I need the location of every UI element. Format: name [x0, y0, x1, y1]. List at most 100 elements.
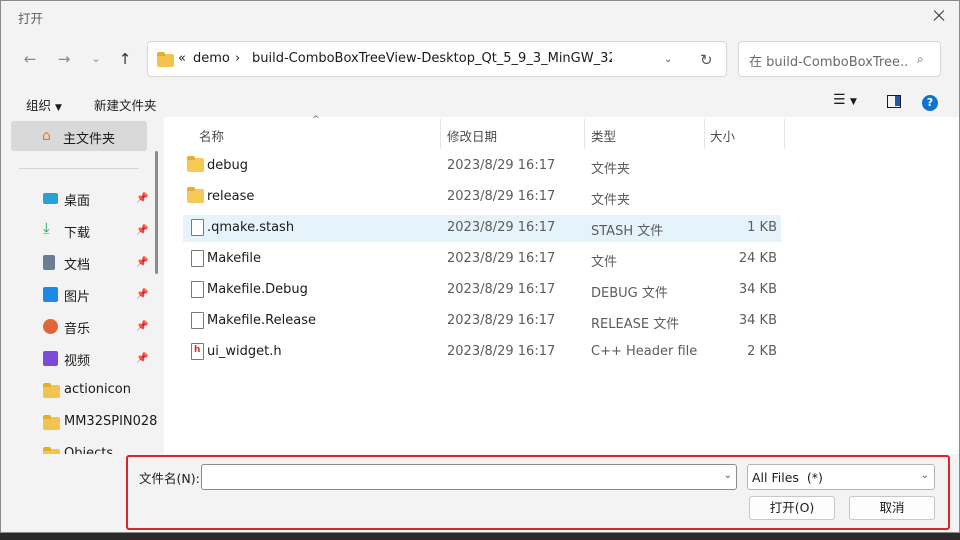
title-bar: 打开 [1, 1, 959, 31]
sidebar-item-downloads[interactable]: ⤓ 下载 📌 [41, 219, 151, 243]
file-type-filter[interactable]: All Files (*) ⌄ [747, 464, 935, 490]
breadcrumb-current[interactable]: build-ComboBoxTreeView-Desktop_Qt_5_9_3_… [252, 51, 612, 66]
table-row[interactable]: ui_widget.h 2023/8/29 16:17 C++ Header f… [183, 339, 781, 366]
navigation-bar: ← → ⌄ ↑ « demo › build-ComboBoxTreeView-… [1, 41, 959, 77]
folder-icon [187, 187, 204, 203]
file-date: 2023/8/29 16:17 [447, 158, 556, 173]
file-name: release [207, 189, 255, 204]
file-size: 34 KB [738, 282, 777, 297]
filename-field[interactable]: ⌄ [201, 464, 737, 490]
sidebar-item-desktop[interactable]: 桌面 📌 [41, 187, 151, 211]
chevron-down-icon: ▼ [55, 103, 62, 113]
desktop-icon [43, 193, 58, 204]
help-icon[interactable]: ? [922, 95, 938, 111]
sidebar-item-pictures[interactable]: 图片 📌 [41, 283, 151, 307]
column-header-date[interactable]: 修改日期 [447, 126, 497, 156]
navigation-pane: ⌂ 主文件夹 桌面 📌 ⤓ 下载 📌 文档 📌 图片 📌 音乐 📌 视频 📌 a… [1, 117, 161, 454]
table-row[interactable]: release 2023/8/29 16:17 文件夹 [183, 184, 781, 211]
folder-icon [43, 415, 60, 430]
folder-icon [157, 52, 174, 67]
sidebar-item-label: 音乐 [64, 322, 91, 337]
sidebar-item-actionicon[interactable]: actionicon [41, 379, 151, 403]
file-name: ui_widget.h [207, 344, 282, 359]
refresh-icon[interactable]: ↻ [700, 51, 713, 69]
view-options-icon[interactable]: ☰ ▼ [833, 92, 857, 108]
open-file-dialog: 打开 ← → ⌄ ↑ « demo › build-ComboBoxTreeVi… [0, 0, 960, 533]
pin-icon: 📌 [136, 257, 149, 268]
file-date: 2023/8/29 16:17 [447, 189, 556, 204]
column-header-type[interactable]: 类型 [591, 126, 616, 156]
recent-locations-chevron-icon[interactable]: ⌄ [86, 49, 106, 69]
back-arrow-icon[interactable]: ← [20, 49, 40, 69]
file-date: 2023/8/29 16:17 [447, 251, 556, 266]
sidebar-item-documents[interactable]: 文档 📌 [41, 251, 151, 275]
address-dropdown-chevron-icon[interactable]: ⌄ [664, 54, 672, 65]
file-date: 2023/8/29 16:17 [447, 344, 556, 359]
document-icon [43, 255, 55, 270]
open-button[interactable]: 打开(O) [749, 496, 835, 520]
file-size: 1 KB [747, 220, 777, 235]
sidebar-item-home[interactable]: ⌂ 主文件夹 [11, 121, 147, 151]
file-icon [191, 219, 204, 236]
picture-icon [43, 287, 58, 302]
address-bar[interactable]: « demo › build-ComboBoxTreeView-Desktop_… [147, 41, 727, 77]
sidebar-item-label: 下载 [64, 226, 91, 241]
sidebar-item-label: Objects [64, 446, 114, 454]
file-date: 2023/8/29 16:17 [447, 313, 556, 328]
file-name: debug [207, 158, 248, 173]
breadcrumb-overflow[interactable]: « [178, 51, 186, 66]
file-icon [191, 312, 204, 329]
new-folder-button[interactable]: 新建文件夹 [94, 95, 157, 114]
table-row[interactable]: debug 2023/8/29 16:17 文件夹 [183, 153, 781, 180]
breadcrumb-demo[interactable]: demo [193, 51, 230, 66]
sidebar-item-label: 桌面 [64, 194, 91, 209]
sidebar-item-mm32spin028[interactable]: MM32SPIN028 [41, 411, 157, 435]
column-header-size[interactable]: 大小 [710, 126, 735, 156]
music-icon [43, 319, 58, 334]
file-type: STASH 文件 [591, 224, 664, 239]
table-row[interactable]: Makefile 2023/8/29 16:17 文件 24 KB [183, 246, 781, 273]
home-icon: ⌂ [42, 128, 51, 144]
filename-label: 文件名(N): [139, 471, 200, 486]
file-name: Makefile.Release [207, 313, 316, 328]
cancel-button[interactable]: 取消 [849, 496, 935, 520]
organize-menu-button[interactable]: 组织 ▼ [26, 95, 62, 114]
column-divider[interactable] [440, 119, 441, 149]
pin-icon: 📌 [136, 321, 149, 332]
table-row-selected[interactable]: .qmake.stash 2023/8/29 16:17 STASH 文件 1 … [183, 215, 781, 242]
folder-icon [43, 383, 60, 398]
sidebar-item-videos[interactable]: 视频 📌 [41, 347, 151, 371]
sidebar-item-objects[interactable]: Objects [41, 443, 151, 454]
pin-icon: 📌 [136, 353, 149, 364]
file-size: 24 KB [738, 251, 777, 266]
file-icon [191, 250, 204, 267]
search-input[interactable]: 在 build-ComboBoxTree... [749, 51, 909, 70]
filename-dropdown-chevron-icon[interactable]: ⌄ [724, 470, 732, 481]
sidebar-home-label: 主文件夹 [63, 132, 116, 147]
search-box[interactable]: 在 build-ComboBoxTree... ⌕ [738, 41, 941, 77]
up-arrow-icon[interactable]: ↑ [115, 49, 135, 69]
pin-icon: 📌 [136, 225, 149, 236]
taskbar-edge [0, 533, 960, 540]
column-header-name[interactable]: 名称 [199, 126, 224, 156]
file-type: 文件 [591, 255, 618, 270]
sidebar-divider [19, 168, 139, 169]
file-size: 34 KB [738, 313, 777, 328]
column-divider[interactable] [784, 119, 785, 149]
table-row[interactable]: Makefile.Release 2023/8/29 16:17 RELEASE… [183, 308, 781, 335]
column-divider[interactable] [704, 119, 705, 149]
sidebar-item-label: 文档 [64, 258, 91, 273]
sidebar-item-music[interactable]: 音乐 📌 [41, 315, 151, 339]
file-name: .qmake.stash [207, 220, 295, 235]
file-date: 2023/8/29 16:17 [447, 220, 556, 235]
file-icon [191, 281, 204, 298]
table-row[interactable]: Makefile.Debug 2023/8/29 16:17 DEBUG 文件 … [183, 277, 781, 304]
file-type: RELEASE 文件 [591, 317, 680, 332]
sidebar-scrollbar[interactable] [155, 151, 158, 274]
filter-value: All Files (*) [752, 470, 823, 485]
preview-pane-icon[interactable] [887, 95, 901, 108]
forward-arrow-icon[interactable]: → [54, 49, 74, 69]
close-icon[interactable] [929, 6, 951, 26]
column-divider[interactable] [584, 119, 585, 149]
search-icon: ⌕ [917, 52, 924, 66]
